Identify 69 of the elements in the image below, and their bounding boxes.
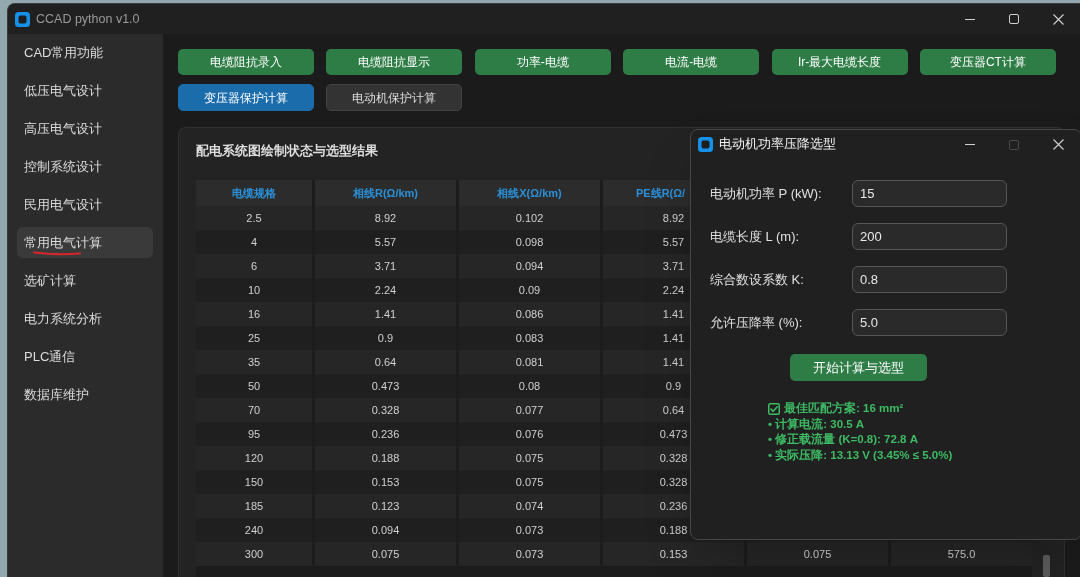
input-field[interactable]: 0.8 [852, 266, 1007, 293]
app-icon [15, 11, 30, 27]
sidebar-item[interactable]: 低压电气设计 [17, 75, 153, 106]
table-cell: 185 [196, 494, 312, 518]
window-title: CCAD python v1.0 [36, 10, 140, 28]
sidebar-item[interactable]: 高压电气设计 [17, 113, 153, 144]
sidebar-item[interactable]: 电力系统分析 [17, 303, 153, 334]
sidebar-item[interactable]: 选矿计算 [17, 265, 153, 296]
column-header: 相线X(Ω/km) [459, 180, 600, 206]
tab[interactable]: 电动机保护计算 [326, 84, 463, 111]
table-cell: 0.074 [459, 494, 600, 518]
result-text: • 修正载流量 (K=0.8): 72.8 A [768, 432, 918, 447]
table-cell: 0.075 [315, 542, 456, 566]
table-cell: 120 [196, 446, 312, 470]
input-field[interactable]: 15 [852, 180, 1007, 207]
maximize-icon [1009, 14, 1019, 24]
table-cell: 0.077 [459, 398, 600, 422]
calculate-button[interactable]: 开始计算与选型 [790, 354, 927, 381]
panel-title: 配电系统图绘制状态与选型结果 [196, 142, 378, 160]
result-text: • 计算电流: 30.5 A [768, 416, 865, 432]
table-cell: 0.073 [459, 542, 600, 566]
result-text: • 实际压降: 13.13 V (3.45% ≤ 5.0%) [768, 447, 953, 463]
sidebar-item[interactable]: 常用电气计算 [17, 227, 153, 258]
sidebar-item[interactable]: 民用电气设计 [17, 189, 153, 220]
close-icon [1052, 139, 1064, 150]
table-cell: 2.5 [196, 206, 312, 230]
table-cell: 0.153 [603, 542, 744, 566]
table-cell: 1.41 [315, 302, 456, 326]
action-button[interactable]: 电缆阻抗显示 [326, 49, 463, 75]
action-button[interactable]: 功率-电缆 [474, 49, 611, 75]
tab[interactable]: 变压器保护计算 [178, 84, 314, 111]
table-cell: 0.123 [315, 494, 456, 518]
table-cell: 3.71 [315, 254, 456, 278]
minimize-icon [965, 18, 975, 20]
table-cell: 0.102 [459, 206, 600, 230]
checkbox-tick-icon [768, 402, 780, 415]
column-header: 相线R(Ω/km) [315, 180, 456, 206]
table-cell: 0.075 [459, 446, 600, 470]
action-button[interactable]: 电缆阻抗录入 [178, 49, 314, 75]
sidebar-item[interactable]: PLC通信 [17, 341, 153, 372]
action-button[interactable]: 变压器CT计算 [919, 49, 1056, 75]
input-field[interactable]: 200 [852, 223, 1007, 250]
table-cell: 70 [196, 398, 312, 422]
table-cell: 0.64 [315, 350, 456, 374]
column-header: 电缆规格 [196, 180, 312, 206]
table-cell: 0.188 [315, 446, 456, 470]
app-icon [698, 137, 713, 152]
close-icon [1052, 13, 1064, 25]
scrollbar-thumb[interactable] [1043, 555, 1050, 577]
input-field[interactable]: 5.0 [852, 309, 1007, 336]
table-cell: 0.081 [459, 350, 600, 374]
table-cell: 8.92 [315, 206, 456, 230]
table-cell: 0.075 [747, 542, 888, 566]
table-cell: 6 [196, 254, 312, 278]
table-cell: 575.0 [891, 542, 1032, 566]
minimize-icon [965, 144, 975, 145]
table-cell: 16 [196, 302, 312, 326]
table-cell: 0.328 [315, 398, 456, 422]
result-text: 最佳匹配方案: 16 mm² [784, 401, 904, 416]
sidebar-item[interactable]: 数据库维护 [17, 379, 153, 410]
dialog-title: 电动机功率压降选型 [719, 136, 836, 154]
sidebar-item[interactable]: CAD常用功能 [17, 37, 153, 68]
table-cell: 0.086 [459, 302, 600, 326]
table-cell: 0.094 [459, 254, 600, 278]
table-cell: 300 [196, 542, 312, 566]
action-button[interactable]: 电流-电缆 [623, 49, 760, 75]
table-cell: 35 [196, 350, 312, 374]
action-button[interactable]: Ir-最大电缆长度 [771, 49, 908, 75]
sidebar-item[interactable]: 控制系统设计 [17, 151, 153, 182]
